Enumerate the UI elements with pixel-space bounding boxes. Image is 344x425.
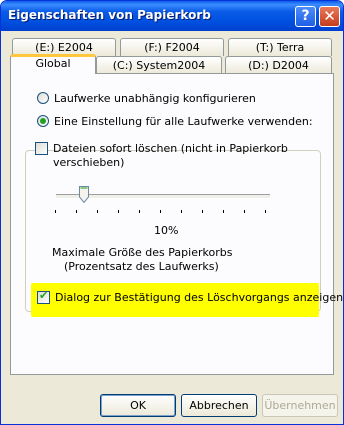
confirm-delete-checkbox[interactable]: ✔ bbox=[37, 289, 50, 304]
dialog-client: (E:) E2004 (F:) F2004 (T:) Terra Global … bbox=[4, 31, 343, 421]
tab-t-drive[interactable]: (T:) Terra bbox=[228, 38, 332, 56]
title-bar[interactable]: Eigenschaften von Papierkorb ? ✕ bbox=[1, 1, 343, 31]
check-mark-icon: ✔ bbox=[39, 289, 49, 302]
slider-tick bbox=[202, 210, 203, 213]
radio-selected-dot bbox=[40, 118, 46, 124]
slider-tick bbox=[181, 210, 182, 213]
window-title: Eigenschaften von Papierkorb bbox=[8, 8, 211, 22]
cancel-button[interactable]: Abbrechen bbox=[181, 394, 257, 417]
ok-button[interactable]: OK bbox=[100, 394, 176, 417]
radio-independent-label[interactable]: Laufwerke unabhängig konfigurieren bbox=[54, 92, 256, 105]
slider-thumb[interactable] bbox=[79, 186, 89, 203]
slider-tick bbox=[265, 210, 266, 213]
tab-c-drive[interactable]: (C:) System2004 bbox=[96, 56, 222, 74]
slider-tick bbox=[223, 210, 224, 213]
tab-panel-global: Laufwerke unabhängig konfigurieren Eine … bbox=[10, 73, 343, 375]
delete-immediately-label-line1[interactable]: Dateien sofort löschen (nicht in Papierk… bbox=[53, 142, 288, 155]
close-button[interactable]: ✕ bbox=[319, 6, 340, 27]
help-button[interactable]: ? bbox=[295, 6, 316, 27]
properties-window: Eigenschaften von Papierkorb ? ✕ (E:) E2… bbox=[0, 0, 344, 425]
radio-one-setting[interactable] bbox=[37, 115, 49, 127]
tab-d-drive[interactable]: (D:) D2004 bbox=[225, 56, 332, 74]
slider-tick bbox=[160, 210, 161, 213]
slider-tick bbox=[244, 210, 245, 213]
tab-global[interactable]: Global bbox=[10, 54, 96, 74]
apply-button: Übernehmen bbox=[262, 394, 338, 417]
slider-tick bbox=[118, 210, 119, 213]
slider-tick bbox=[139, 210, 140, 213]
slider-tick bbox=[55, 210, 56, 213]
confirm-delete-label[interactable]: Dialog zur Bestätigung des Löschvorgangs… bbox=[55, 291, 343, 304]
slider-tick bbox=[97, 210, 98, 213]
tab-f-drive[interactable]: (F:) F2004 bbox=[120, 38, 224, 56]
radio-independent[interactable] bbox=[37, 92, 49, 104]
max-size-label-line2: (Prozentsatz des Laufwerks) bbox=[64, 260, 219, 273]
slider-value: 10% bbox=[154, 224, 179, 237]
slider-tick bbox=[76, 210, 77, 213]
radio-one-setting-label[interactable]: Eine Einstellung für alle Laufwerke verw… bbox=[54, 115, 313, 128]
max-size-label-line1: Maximale Größe des Papierkorbs bbox=[52, 246, 233, 259]
delete-immediately-label-line2[interactable]: verschieben) bbox=[53, 156, 124, 169]
delete-immediately-checkbox[interactable] bbox=[35, 142, 48, 155]
